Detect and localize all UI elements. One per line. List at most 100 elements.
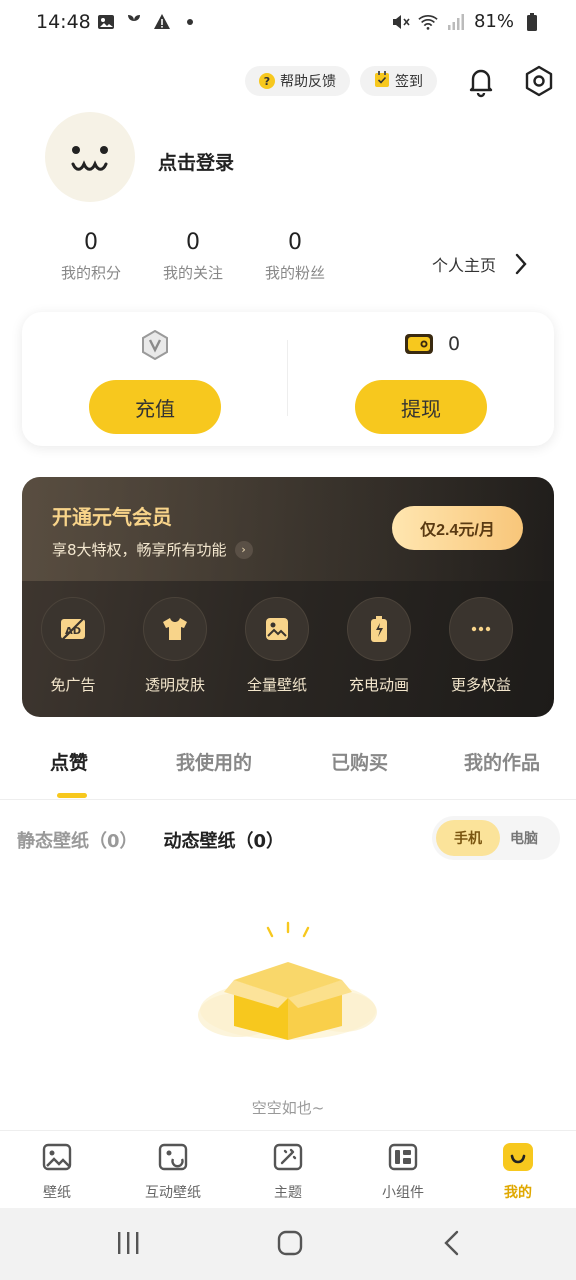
perk-no-ads[interactable]: AD 免广告 <box>22 597 124 695</box>
perk-charging-animation[interactable]: 充电动画 <box>328 597 430 695</box>
perk-label: 全量壁纸 <box>246 676 307 694</box>
me-icon <box>502 1141 534 1173</box>
bell-icon[interactable] <box>464 64 498 98</box>
top-actions: ? 帮助反馈 签到 <box>245 66 437 96</box>
chevron-right-circle-icon: › <box>234 540 253 559</box>
avatar[interactable] <box>45 112 135 202</box>
nav-interactive-wallpaper[interactable]: 互动壁纸 <box>118 1141 228 1202</box>
battery-icon <box>522 12 542 32</box>
dot-icon <box>180 12 200 32</box>
status-time: 14:48 <box>36 11 91 33</box>
stat-label: 我的粉丝 <box>264 264 325 282</box>
wallet-card: 充值 0 提现 <box>22 312 554 446</box>
home-icon[interactable] <box>277 1230 303 1256</box>
nav-label: 我的 <box>504 1185 532 1201</box>
subtab-static[interactable]: 静态壁纸（0） <box>17 827 138 853</box>
empty-state-text: 空空如也~ <box>251 1099 325 1117</box>
empty-box-illustration <box>198 920 378 1050</box>
leaf-notification-icon <box>124 12 144 32</box>
subtab-dynamic[interactable]: 动态壁纸（0） <box>164 827 285 853</box>
image-icon <box>266 618 288 640</box>
nav-me[interactable]: 我的 <box>463 1141 573 1202</box>
stat-label: 我的关注 <box>162 264 223 282</box>
vip-price-button[interactable]: 仅2.4元/月 <box>392 506 523 550</box>
nav-label: 互动壁纸 <box>145 1185 201 1201</box>
device-phone-option[interactable]: 手机 <box>436 820 500 856</box>
nav-label: 主题 <box>274 1185 302 1201</box>
checkin-icon <box>374 70 390 92</box>
recent-apps-icon[interactable] <box>118 1232 139 1254</box>
stat-points[interactable]: 0 我的积分 <box>40 230 142 283</box>
homepage-label: 个人主页 <box>432 256 497 275</box>
content-tabs: 点赞 我使用的 已购买 我的作品 <box>0 748 576 798</box>
tab-likes[interactable]: 点赞 <box>50 748 88 775</box>
stat-label: 我的积分 <box>60 264 121 282</box>
nav-label: 壁纸 <box>43 1185 71 1201</box>
personal-homepage-link[interactable]: 个人主页 <box>432 252 528 276</box>
status-bar: 14:48 81% <box>0 0 576 46</box>
mute-icon <box>390 12 410 32</box>
nav-theme[interactable]: 主题 <box>233 1141 343 1202</box>
stat-value: 0 <box>84 230 98 255</box>
divider <box>287 340 288 416</box>
stat-value: 0 <box>288 230 302 255</box>
interactive-wallpaper-icon <box>157 1141 189 1173</box>
back-icon[interactable] <box>444 1230 459 1256</box>
help-feedback-button[interactable]: ? 帮助反馈 <box>245 66 350 96</box>
battery-percent: 81% <box>473 11 514 32</box>
v-badge-icon <box>141 329 169 361</box>
stat-value: 0 <box>186 230 200 255</box>
question-icon: ? <box>259 73 275 89</box>
bottom-nav: 壁纸 互动壁纸 主题 小组件 我的 <box>0 1130 576 1208</box>
tab-indicator <box>57 793 87 798</box>
coin-balance: 0 <box>447 333 461 355</box>
device-toggle: 手机 电脑 <box>432 816 560 860</box>
nav-wallpaper[interactable]: 壁纸 <box>2 1141 112 1202</box>
vip-title: 开通元气会员 <box>52 505 172 529</box>
checkin-label: 签到 <box>395 74 423 90</box>
perk-full-wallpapers[interactable]: 全量壁纸 <box>226 597 328 695</box>
recharge-button[interactable]: 充值 <box>89 380 221 434</box>
signal-icon <box>446 12 466 32</box>
help-feedback-label: 帮助反馈 <box>280 74 336 90</box>
tab-purchased[interactable]: 已购买 <box>331 748 388 775</box>
settings-gear-icon[interactable] <box>522 64 556 98</box>
face-avatar-icon <box>71 146 108 171</box>
system-navigation-bar <box>0 1208 576 1280</box>
perk-transparent-skin[interactable]: 透明皮肤 <box>124 597 226 695</box>
wallpaper-subtabs: 静态壁纸（0） 动态壁纸（0） <box>17 827 284 853</box>
widget-icon <box>387 1141 419 1173</box>
vip-subtitle: 享8大特权，畅享所有功能 › <box>52 539 253 560</box>
perk-label: 免广告 <box>50 676 96 694</box>
more-icon <box>471 626 491 632</box>
chevron-right-icon <box>515 253 527 275</box>
wifi-icon <box>418 12 438 32</box>
stat-following[interactable]: 0 我的关注 <box>142 230 244 283</box>
theme-icon <box>272 1141 304 1173</box>
perk-label: 透明皮肤 <box>144 676 205 694</box>
login-prompt[interactable]: 点击登录 <box>158 148 234 175</box>
stat-fans[interactable]: 0 我的粉丝 <box>244 230 346 283</box>
perk-more-benefits[interactable]: 更多权益 <box>430 597 532 695</box>
divider <box>0 799 576 800</box>
device-pc-option[interactable]: 电脑 <box>492 820 556 856</box>
tab-my-works[interactable]: 我的作品 <box>464 748 540 775</box>
tab-used[interactable]: 我使用的 <box>176 748 252 775</box>
vip-perks: AD 免广告 透明皮肤 全量壁纸 充电动画 更多权益 <box>22 597 554 695</box>
perk-label: 更多权益 <box>450 676 511 694</box>
nav-label: 小组件 <box>382 1185 424 1201</box>
wallpaper-icon <box>41 1141 73 1173</box>
vip-subtitle-text: 享8大特权，畅享所有功能 <box>52 541 227 559</box>
vip-banner[interactable]: 开通元气会员 享8大特权，畅享所有功能 › 仅2.4元/月 AD 免广告 透明皮… <box>22 477 554 717</box>
checkin-button[interactable]: 签到 <box>360 66 437 96</box>
battery-charge-icon <box>371 616 387 642</box>
shirt-icon <box>163 618 187 640</box>
withdraw-button[interactable]: 提现 <box>355 380 487 434</box>
profile-stats: 0 我的积分 0 我的关注 0 我的粉丝 <box>40 230 346 283</box>
gallery-notification-icon <box>96 12 116 32</box>
no-ads-icon: AD <box>61 617 85 641</box>
nav-widget[interactable]: 小组件 <box>348 1141 458 1202</box>
wallet-icon <box>404 334 433 354</box>
warning-notification-icon <box>152 12 172 32</box>
perk-label: 充电动画 <box>348 676 409 694</box>
